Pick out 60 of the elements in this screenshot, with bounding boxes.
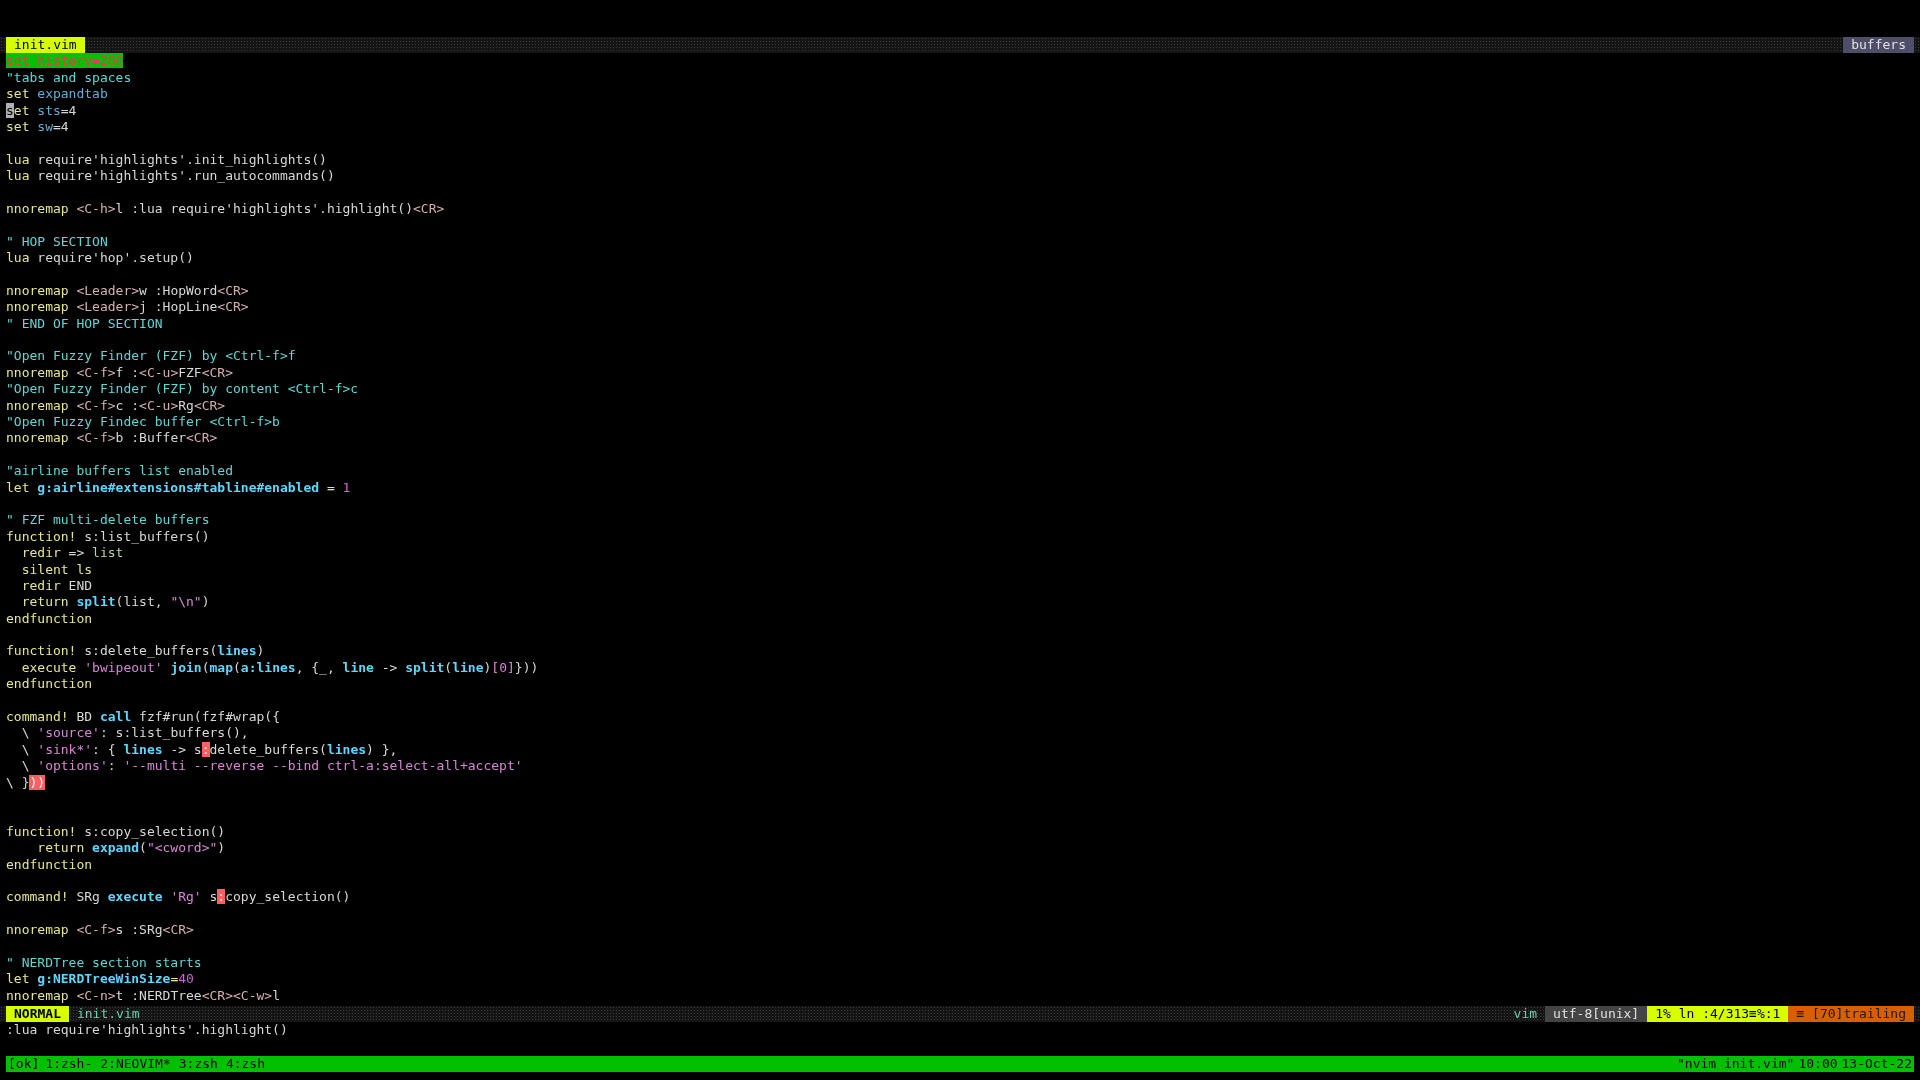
code-line: return split(list, "\n") bbox=[20, 594, 211, 611]
position-section: 1% ln :4/313≡%:1 bbox=[1647, 1006, 1789, 1023]
code-line: execute 'bwipeout' join(map(a:lines, {_, line -> split(line)[0]})) bbox=[20, 659, 540, 677]
buffers-label: buffers bbox=[1843, 37, 1914, 54]
trailing-warning: ≡ [70]trailing bbox=[1788, 1006, 1914, 1023]
code-line: "Open Fuzzy Finder (FZF) by content <Ctrl-f>c bbox=[6, 381, 360, 398]
code-line: lua require'hop'.setup() bbox=[6, 250, 195, 267]
code-line: "Open Fuzzy Finder (FZF) by <Ctrl-f>f bbox=[6, 348, 297, 365]
code-line: \ 'sink*': { lines -> s:delete_buffers(lines) }, bbox=[20, 741, 399, 759]
code-line: nnoremap <C-f>c :<C-u>Rg<CR> bbox=[6, 397, 227, 414]
code-line: endfunction bbox=[6, 676, 94, 693]
code-line: command! SRg execute 'Rg' s:copy_selection() bbox=[6, 889, 352, 906]
code-line: \ })) bbox=[6, 774, 47, 791]
code-line: nnoremap <Leader>j :HopLine<CR> bbox=[6, 299, 250, 316]
code-line: \ 'options': '--multi --reverse --bind ctrl-a:select-all+accept' bbox=[20, 758, 524, 775]
session-status: [ok] bbox=[7, 1055, 41, 1073]
code-line: set sw=4 bbox=[6, 118, 70, 136]
clock-time: 10:00 bbox=[1797, 1055, 1839, 1073]
code-line: nnoremap <Leader>w :HopWord<CR> bbox=[6, 282, 250, 300]
date-text: 13-Oct-22 bbox=[1840, 1055, 1913, 1073]
code-line: endfunction bbox=[6, 856, 94, 873]
tmux-window[interactable]: 3:zsh bbox=[174, 1055, 222, 1073]
file-name: init.vim bbox=[75, 1006, 141, 1023]
code-line: lua require'highlights'.init_highlights() bbox=[6, 151, 328, 169]
code-line: nnoremap <C-f>f :<C-u>FZF<CR> bbox=[6, 364, 234, 382]
code-line: endfunction bbox=[6, 610, 94, 628]
code-line: " HOP SECTION bbox=[6, 233, 109, 251]
code-line: "Open Fuzzy Findec buffer <Ctrl-f>b bbox=[6, 414, 281, 431]
command-line: :lua require'highlights'.highlight() bbox=[5, 1022, 289, 1039]
code-line: " NERDTree section starts bbox=[6, 954, 203, 972]
code-line: "airline buffers list enabled bbox=[6, 463, 234, 480]
code-line: " FZF multi-delete buffers bbox=[6, 512, 211, 529]
code-line: command! BD call fzf#run(fzf#wrap({ bbox=[6, 709, 281, 726]
tmux-window[interactable]: 2:NEOVIM* bbox=[96, 1055, 175, 1073]
code-line: let g:airline#extensions#tabline#enabled = 1 bbox=[6, 479, 352, 496]
code-line: set sts=4 bbox=[6, 102, 78, 119]
code-line: nnoremap <C-f>b :Buffer<CR> bbox=[6, 430, 219, 447]
pane-title: "nvim init.vim" bbox=[1676, 1055, 1796, 1073]
code-line: let g:NERDTreeWinSize=40 bbox=[6, 971, 195, 988]
code-line: \ 'source': s:list_buffers(), bbox=[20, 725, 250, 742]
code-line: return expand("<cword>") bbox=[36, 840, 227, 857]
encoding-section: utf-8[unix] bbox=[1545, 1006, 1648, 1023]
code-line: " END OF HOP SECTION bbox=[6, 315, 164, 333]
code-line: function! s:delete_buffers(lines) bbox=[6, 643, 266, 660]
code-line: function! s:list_buffers() bbox=[6, 528, 211, 546]
code-line: "tabs and spaces bbox=[6, 69, 133, 87]
code-line: redir END bbox=[20, 577, 94, 595]
code-line: function! s:copy_selection() bbox=[6, 823, 227, 841]
code-line: nnoremap <C-h>l :lua require'highlights'.highlight()<CR> bbox=[6, 200, 446, 218]
code-line: set expandtab bbox=[6, 86, 109, 103]
code-line: redir => list bbox=[20, 545, 125, 562]
code-line: nnoremap <C-f>s :SRg<CR> bbox=[6, 922, 195, 939]
mode-indicator: NORMAL bbox=[6, 1006, 69, 1023]
tmux-window[interactable]: 4:zsh bbox=[221, 1055, 269, 1073]
file-type: vim bbox=[1512, 1006, 1539, 1023]
code-line: lua require'highlights'.run_autocommands() bbox=[6, 168, 336, 185]
code-line: silent ls bbox=[20, 561, 94, 578]
code-line: nnoremap <C-n>t :NERDTree<CR><C-w>l bbox=[6, 987, 281, 1005]
tmux-window[interactable]: 1:zsh- bbox=[41, 1055, 97, 1073]
buffer-tab[interactable]: init.vim bbox=[6, 37, 85, 54]
